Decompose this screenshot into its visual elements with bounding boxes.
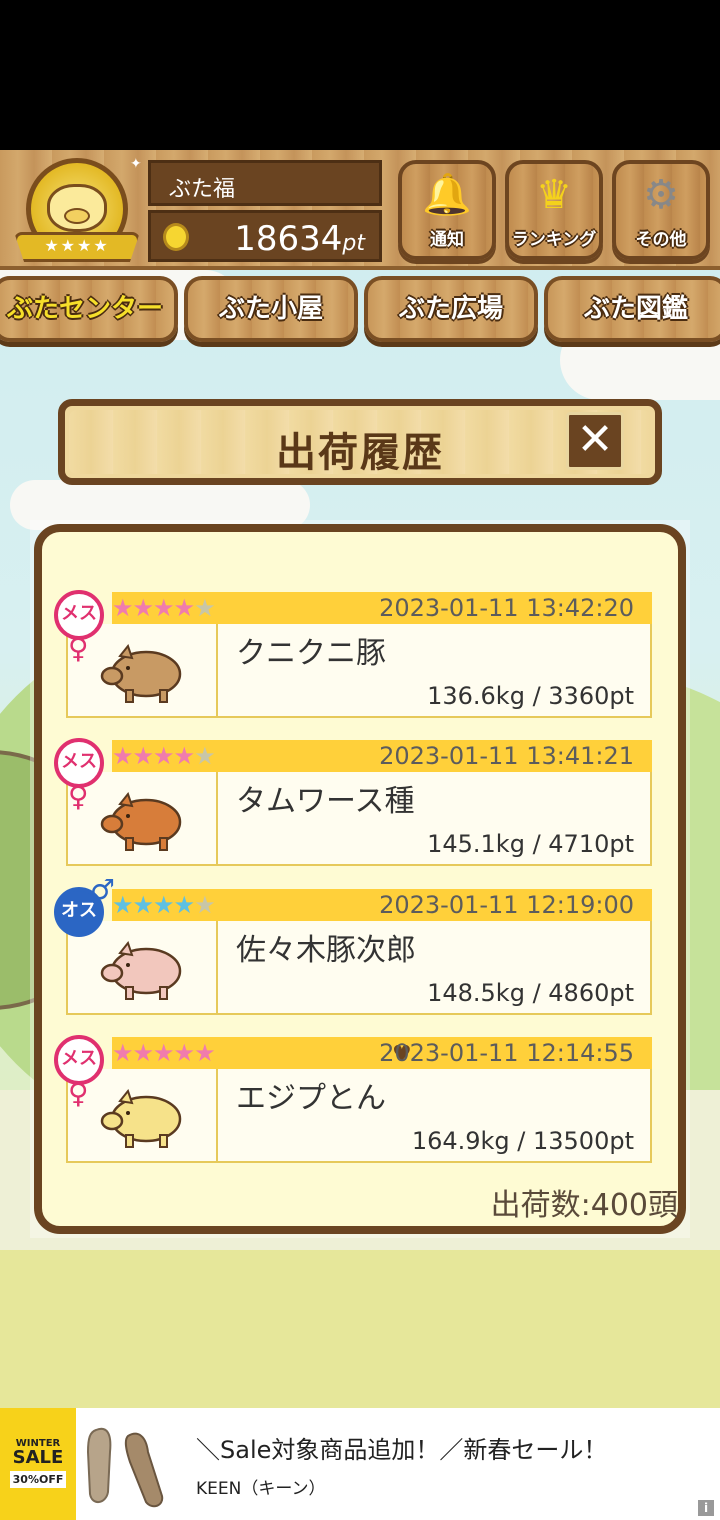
pig-name: クニクニ豚 — [236, 636, 386, 671]
notification-label: 通知 — [430, 230, 464, 250]
history-item-header: ★★★★★ 2023-01-11 13:42:20 — [112, 592, 652, 624]
rank-medal-icon[interactable]: ★★★★ — [14, 156, 140, 270]
sparkle-icon: ✦ — [130, 156, 142, 172]
star-icon: ★ — [132, 594, 154, 622]
ad-brand: KEEN（キーン） — [196, 1479, 326, 1499]
pig-name: エジプとん — [236, 1081, 386, 1116]
points-value: 18634 — [234, 219, 343, 259]
history-item[interactable]: ★★★★★ ♥ 2023-01-11 12:14:55 エジプとん 164.9k… — [54, 1035, 652, 1163]
gender-symbol-icon: ♂ — [90, 873, 116, 906]
bell-icon: 🔔 — [422, 172, 472, 218]
history-item[interactable]: ★★★★★ 2023-01-11 12:19:00 佐々木豚次郎 148.5kg… — [54, 873, 652, 1015]
ad-sale-badge: WINTER SALE 30%OFF — [0, 1408, 76, 1520]
notification-button[interactable]: 🔔 通知 — [398, 160, 496, 260]
history-item-header: ★★★★★ ♥ 2023-01-11 12:14:55 — [112, 1037, 652, 1069]
gender-symbol-icon: ♀ — [68, 780, 89, 813]
pig-icon — [100, 1088, 182, 1148]
rating-stars: ★★★★★ — [112, 740, 216, 772]
star-icon: ★ — [173, 891, 195, 919]
ad-badge-line3: 30%OFF — [9, 1471, 67, 1488]
history-item-body: 佐々木豚次郎 148.5kg / 4860pt — [66, 921, 652, 1015]
status-bar — [0, 0, 720, 150]
rating-stars: ★★★★★ — [112, 889, 216, 921]
coin-icon — [163, 223, 189, 251]
pig-icon — [100, 643, 182, 703]
history-item-body: タムワース種 145.1kg / 4710pt — [66, 772, 652, 866]
star-icon: ★ — [194, 891, 215, 919]
gender-symbol-icon: ♀ — [68, 1077, 89, 1110]
tab-buta-center[interactable]: ぶたセンター — [0, 276, 178, 342]
gender-symbol-icon: ♀ — [68, 632, 89, 665]
pig-stats: 164.9kg / 13500pt — [411, 1127, 634, 1155]
pig-stats: 148.5kg / 4860pt — [427, 979, 634, 1007]
history-date: 2023-01-11 13:42:20 — [379, 594, 634, 622]
star-icon: ★ — [173, 594, 195, 622]
player-name: ぶた福 — [148, 160, 382, 206]
ad-badge-line2: SALE — [12, 1447, 64, 1468]
points-unit: pt — [342, 231, 365, 256]
star-icon: ★ — [132, 891, 154, 919]
history-item-body: エジプとん 164.9kg / 13500pt — [66, 1069, 652, 1163]
star-icon: ★ — [194, 594, 215, 622]
star-icon: ★ — [112, 594, 133, 622]
ad-banner[interactable]: WINTER SALE 30%OFF ＼Sale対象商品追加！／新春セール！ K… — [0, 1408, 720, 1520]
crown-icon: ♛ — [536, 172, 572, 218]
pig-name: タムワース種 — [236, 784, 415, 819]
star-icon: ★ — [153, 594, 174, 622]
close-button[interactable]: ✕ — [566, 412, 624, 470]
history-date: 2023-01-11 12:19:00 — [379, 891, 634, 919]
other-button[interactable]: ⚙ その他 — [612, 160, 710, 260]
history-date: 2023-01-11 12:14:55 — [379, 1039, 634, 1067]
pig-stats: 145.1kg / 4710pt — [427, 830, 634, 858]
tab-buta-plaza[interactable]: ぶた広場 — [364, 276, 538, 342]
pig-name: 佐々木豚次郎 — [236, 933, 416, 968]
star-icon: ★ — [194, 742, 215, 770]
ad-headline: ＼Sale対象商品追加！／新春セール！ — [196, 1436, 608, 1464]
star-icon: ★ — [153, 1039, 174, 1067]
history-item-header: ★★★★★ 2023-01-11 13:41:21 — [112, 740, 652, 772]
ranking-button[interactable]: ♛ ランキング — [505, 160, 603, 260]
history-item[interactable]: ★★★★★ 2023-01-11 13:41:21 タムワース種 145.1kg… — [54, 738, 652, 866]
star-icon: ★ — [112, 742, 133, 770]
rating-stars: ★★★★★ — [112, 1037, 216, 1069]
pig-stats: 136.6kg / 3360pt — [427, 682, 634, 710]
star-icon: ★ — [153, 891, 174, 919]
tab-buta-hut[interactable]: ぶた小屋 — [184, 276, 358, 342]
star-icon: ★ — [194, 1039, 215, 1067]
shoe-image — [86, 1427, 164, 1508]
tab-buta-encyclopedia[interactable]: ぶた図鑑 — [544, 276, 720, 342]
history-item-body: クニクニ豚 136.6kg / 3360pt — [66, 624, 652, 718]
star-icon: ★ — [112, 1039, 133, 1067]
other-label: その他 — [635, 230, 687, 250]
ad-info-icon[interactable]: i — [698, 1500, 714, 1516]
star-icon: ★ — [173, 1039, 195, 1067]
points-display: 18634pt — [148, 210, 382, 262]
shipment-count: 出荷数:400頭 — [490, 1188, 678, 1223]
ranking-label: ランキング — [511, 230, 597, 250]
main-tabs: ぶたセンター ぶた小屋 ぶた広場 ぶた図鑑 — [0, 276, 720, 346]
rating-stars: ★★★★★ — [112, 592, 216, 624]
star-icon: ★ — [132, 742, 154, 770]
history-date: 2023-01-11 13:41:21 — [379, 742, 634, 770]
pig-icon — [100, 940, 182, 1000]
star-icon: ★ — [153, 742, 174, 770]
pig-icon — [100, 791, 182, 851]
star-icon: ★ — [173, 742, 195, 770]
history-item[interactable]: ★★★★★ 2023-01-11 13:42:20 クニクニ豚 136.6kg … — [54, 590, 652, 718]
history-item-header: ★★★★★ 2023-01-11 12:19:00 — [112, 889, 652, 921]
star-icon: ★ — [132, 1039, 154, 1067]
gear-icon: ⚙ — [643, 172, 679, 218]
